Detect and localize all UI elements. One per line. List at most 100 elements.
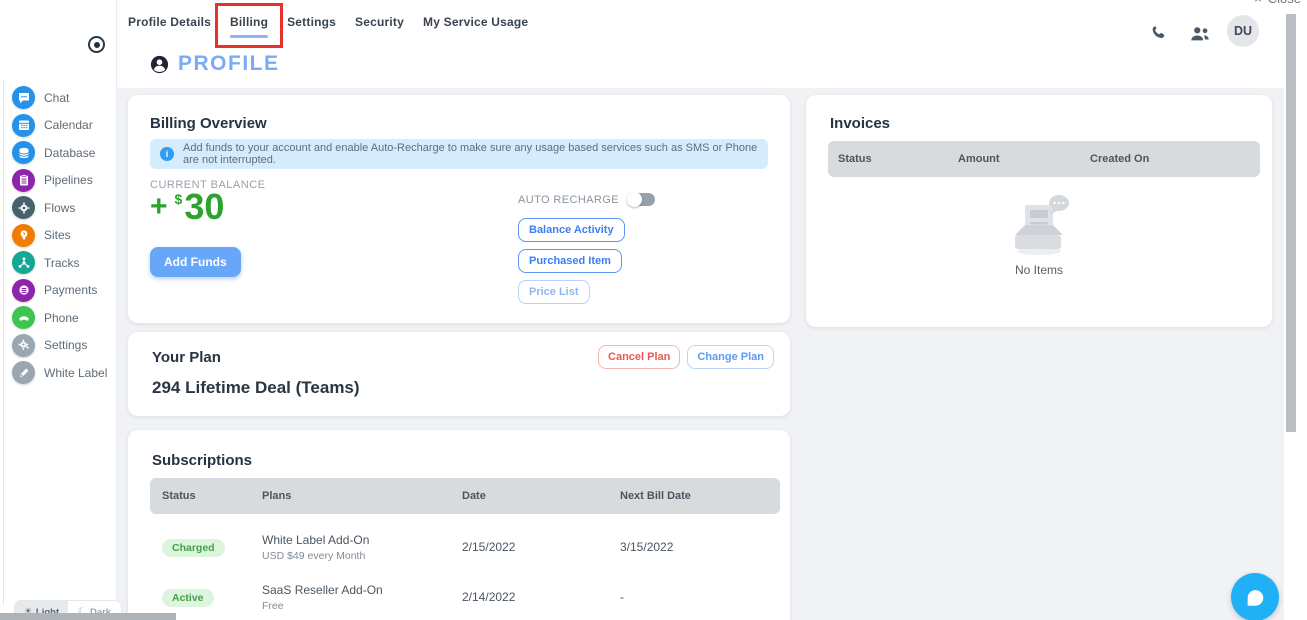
tab-security[interactable]: Security <box>355 15 404 38</box>
invoices-empty-state: No Items <box>806 191 1272 277</box>
sidebar-nav: Chat Calendar Database Pipelines Flows S… <box>0 84 116 387</box>
sidebar-item-label: Database <box>44 145 96 160</box>
settings-icon <box>12 333 35 357</box>
auto-recharge-toggle[interactable] <box>626 192 655 207</box>
tab-billing-label: Billing <box>230 15 269 29</box>
sidebar-item-label: Sites <box>44 228 71 243</box>
subscriptions-table-header: Status Plans Date Next Bill Date <box>150 478 780 514</box>
change-plan-button[interactable]: Change Plan <box>687 345 774 369</box>
invoices-title: Invoices <box>830 115 891 132</box>
billing-overview-title: Billing Overview <box>150 115 267 132</box>
current-balance-value: + $ 30 <box>150 189 224 225</box>
sidebar-item-label: Tracks <box>44 255 80 270</box>
sidebar-item-phone[interactable]: Phone <box>0 304 116 332</box>
tab-billing[interactable]: Billing <box>215 3 284 48</box>
sub-col-status: Status <box>162 490 196 502</box>
table-row: Charged White Label Add-On USD $49 every … <box>150 522 780 572</box>
plan-sub-cell: Free <box>262 599 284 612</box>
phone-handset-icon <box>1152 25 1165 39</box>
tab-my-service-usage[interactable]: My Service Usage <box>423 15 528 38</box>
next-bill-cell: - <box>620 590 624 604</box>
sub-col-date: Date <box>462 490 486 502</box>
sidebar-item-tracks[interactable]: Tracks <box>0 249 116 277</box>
sidebar-item-pipelines[interactable]: Pipelines <box>0 167 116 195</box>
sidebar-item-label: Chat <box>44 90 70 105</box>
tab-settings[interactable]: Settings <box>287 15 336 38</box>
sidebar-item-calendar[interactable]: Calendar <box>0 112 116 140</box>
balance-sign: + <box>150 190 168 223</box>
sidebar: Chat Calendar Database Pipelines Flows S… <box>0 0 117 620</box>
vertical-scrollbar-thumb[interactable] <box>1286 14 1296 432</box>
close-label: Close <box>1268 0 1301 6</box>
white-label-icon <box>12 361 35 385</box>
plan-name: 294 Lifetime Deal (Teams) <box>152 378 360 397</box>
billing-overview-card: Billing Overview i Add funds to your acc… <box>128 95 790 323</box>
chat-bubble-icon <box>1247 590 1264 606</box>
chat-icon <box>12 86 35 110</box>
header-phone-button[interactable] <box>1150 24 1169 48</box>
invoices-card: Invoices Status Amount Created On No Ite… <box>806 95 1272 327</box>
invoices-col-amount: Amount <box>958 153 1000 165</box>
next-bill-cell: 3/15/2022 <box>620 540 674 554</box>
add-funds-button[interactable]: Add Funds <box>150 247 241 277</box>
status-badge: Charged <box>162 538 225 557</box>
profile-icon <box>150 55 169 73</box>
sidebar-item-settings[interactable]: Settings <box>0 332 116 360</box>
your-plan-title: Your Plan <box>152 349 221 366</box>
sidebar-item-database[interactable]: Database <box>0 139 116 167</box>
sidebar-pin-toggle[interactable] <box>88 36 105 53</box>
payments-icon <box>12 278 35 302</box>
plan-actions: Cancel Plan Change Plan <box>598 345 774 369</box>
info-icon: i <box>160 147 174 161</box>
sidebar-item-chat[interactable]: Chat <box>0 84 116 112</box>
balance-currency: $ <box>174 191 183 207</box>
sub-col-plans: Plans <box>262 490 292 502</box>
plan-cell: White Label Add-On <box>262 532 370 547</box>
billing-overview-actions: AUTO RECHARGE Balance Activity Purchased… <box>518 192 655 311</box>
purchased-item-button[interactable]: Purchased Item <box>518 249 622 273</box>
chat-widget-button[interactable] <box>1231 573 1279 620</box>
page-title: PROFILE <box>178 52 280 75</box>
sidebar-item-white-label[interactable]: White Label <box>0 359 116 387</box>
profile-tab-bar: Profile Details Billing Settings Securit… <box>128 3 528 48</box>
sidebar-item-label: Settings <box>44 338 88 353</box>
sidebar-item-label: Pipelines <box>44 173 93 188</box>
horizontal-scrollbar-thumb[interactable] <box>0 613 176 620</box>
flows-icon <box>12 196 35 220</box>
user-avatar[interactable]: DU <box>1227 15 1259 47</box>
subscriptions-title: Subscriptions <box>152 452 253 469</box>
subscriptions-card: Subscriptions Status Plans Date Next Bil… <box>128 430 790 620</box>
sites-icon <box>12 223 35 247</box>
page-title-row: PROFILE <box>150 52 280 76</box>
sidebar-item-label: Flows <box>44 200 76 215</box>
info-banner: i Add funds to your account and enable A… <box>150 139 768 169</box>
balance-activity-button[interactable]: Balance Activity <box>518 218 625 242</box>
your-plan-card: Your Plan 294 Lifetime Deal (Teams) Canc… <box>128 332 790 416</box>
plan-sub-cell: USD $49 every Month <box>262 549 366 562</box>
info-banner-text: Add funds to your account and enable Aut… <box>183 142 758 166</box>
phone-icon <box>12 306 35 330</box>
date-cell: 2/15/2022 <box>462 540 516 554</box>
no-items-text: No Items <box>1014 263 1063 277</box>
header-users-button[interactable] <box>1189 25 1211 48</box>
sidebar-item-payments[interactable]: Payments <box>0 277 116 305</box>
database-icon <box>12 141 35 165</box>
close-icon: × <box>1254 0 1262 6</box>
toggle-knob <box>626 192 642 207</box>
invoices-col-status: Status <box>838 153 872 165</box>
price-list-button[interactable]: Price List <box>518 280 590 304</box>
sidebar-item-flows[interactable]: Flows <box>0 194 116 222</box>
sidebar-item-label: Calendar <box>44 118 93 133</box>
tracks-icon <box>12 251 35 275</box>
record-icon <box>93 41 100 48</box>
date-cell: 2/14/2022 <box>462 590 516 604</box>
status-badge: Active <box>162 588 214 607</box>
close-button[interactable]: × Close <box>1254 0 1301 6</box>
sidebar-item-sites[interactable]: Sites <box>0 222 116 250</box>
calendar-icon <box>12 113 35 137</box>
tab-profile-details[interactable]: Profile Details <box>128 15 211 38</box>
pipelines-icon <box>12 168 35 192</box>
cancel-plan-button[interactable]: Cancel Plan <box>598 345 681 369</box>
app-window: × Close Chat Calendar Database <box>0 0 1307 620</box>
invoices-col-created-on: Created On <box>1090 153 1150 165</box>
